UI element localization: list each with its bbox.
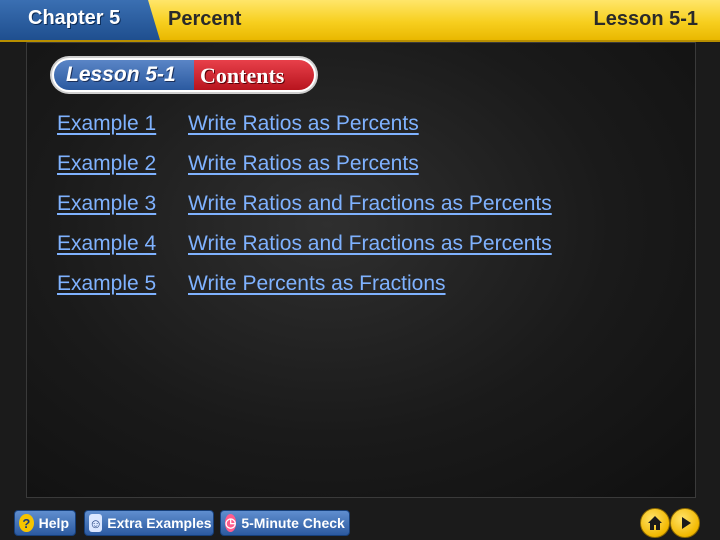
badge-lesson-label: Lesson 5-1 bbox=[66, 63, 176, 86]
badge-contents-label: Contents bbox=[200, 63, 285, 88]
lesson-number: Lesson 5-1 bbox=[593, 8, 698, 30]
bottom-toolbar: ? Help ☺ Extra Examples ◷ 5-Minute Check bbox=[0, 500, 720, 540]
home-icon bbox=[648, 516, 662, 530]
home-button[interactable] bbox=[640, 508, 670, 538]
example-1-link[interactable]: Example 1 bbox=[57, 112, 188, 136]
chapter-label: Chapter 5 bbox=[28, 7, 121, 29]
example-5-title-link[interactable]: Write Percents as Fractions bbox=[188, 272, 446, 296]
example-4-link[interactable]: Example 4 bbox=[57, 232, 188, 256]
extra-examples-label: Extra Examples bbox=[107, 515, 212, 531]
example-3-link[interactable]: Example 3 bbox=[57, 192, 188, 216]
five-minute-check-label: 5-Minute Check bbox=[241, 515, 345, 531]
example-5-link[interactable]: Example 5 bbox=[57, 272, 188, 296]
chapter-title: Percent bbox=[168, 8, 242, 30]
example-4-title-link[interactable]: Write Ratios and Fractions as Percents bbox=[188, 232, 552, 256]
help-button[interactable]: ? Help bbox=[14, 510, 76, 536]
example-row: Example 1 Write Ratios as Percents bbox=[57, 112, 552, 152]
chapter-tab: Chapter 5 bbox=[0, 0, 160, 40]
example-row: Example 4 Write Ratios and Fractions as … bbox=[57, 232, 552, 272]
example-row: Example 5 Write Percents as Fractions bbox=[57, 272, 552, 312]
example-2-link[interactable]: Example 2 bbox=[57, 152, 188, 176]
play-arrow-icon bbox=[682, 517, 691, 529]
lesson-contents-badge: Lesson 5-1 Contents bbox=[52, 58, 316, 92]
extra-examples-button[interactable]: ☺ Extra Examples bbox=[84, 510, 214, 536]
five-minute-check-button[interactable]: ◷ 5-Minute Check bbox=[220, 510, 350, 536]
example-list: Example 1 Write Ratios as Percents Examp… bbox=[57, 112, 552, 312]
header-bar: Chapter 5 Percent Lesson 5-1 bbox=[0, 0, 720, 42]
badge-lesson-segment: Lesson 5-1 bbox=[54, 60, 194, 90]
example-row: Example 2 Write Ratios as Percents bbox=[57, 152, 552, 192]
badge-contents-segment: Contents bbox=[194, 60, 314, 90]
example-row: Example 3 Write Ratios and Fractions as … bbox=[57, 192, 552, 232]
next-button[interactable] bbox=[670, 508, 700, 538]
example-3-title-link[interactable]: Write Ratios and Fractions as Percents bbox=[188, 192, 552, 216]
example-1-title-link[interactable]: Write Ratios as Percents bbox=[188, 112, 419, 136]
clock-icon: ◷ bbox=[225, 514, 237, 532]
question-mark-icon: ? bbox=[19, 514, 34, 532]
help-label: Help bbox=[38, 515, 69, 531]
people-icon: ☺ bbox=[89, 514, 103, 532]
example-2-title-link[interactable]: Write Ratios as Percents bbox=[188, 152, 419, 176]
